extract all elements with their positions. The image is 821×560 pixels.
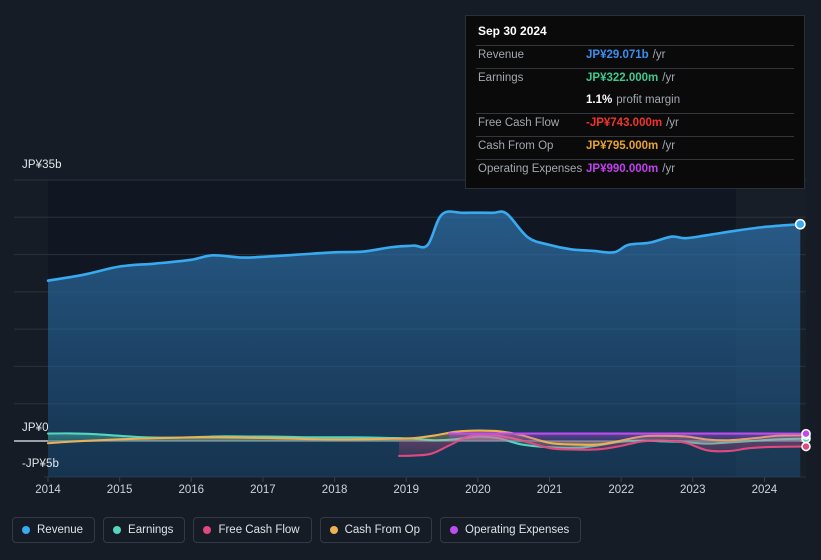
tooltip-row-value: JP¥322.000m [586,72,659,84]
tooltip-row: Cash From Op JP¥795.000m/yr [476,136,794,159]
legend-item-operating-expenses[interactable]: Operating Expenses [440,517,582,543]
chart-legend: Revenue Earnings Free Cash Flow Cash From O… [12,517,582,543]
y-axis-label-zero: JP¥0 [22,422,49,434]
legend-item-label: Operating Expenses [465,524,570,536]
end-marker-operating-expenses [801,428,811,439]
end-marker-revenue [794,218,806,230]
tooltip-row: Free Cash Flow -JP¥743.000m/yr [476,113,794,136]
data-tooltip: Sep 30 2024 Revenue JP¥29.071b/yr Earnings… [465,15,805,189]
tooltip-row-unit: /yr [662,140,676,152]
legend-item-label: Free Cash Flow [218,524,300,536]
legend-item-revenue[interactable]: Revenue [12,517,96,543]
legend-item-label: Earnings [128,524,174,536]
legend-color-dot [22,526,30,534]
x-axis-label-2014: 2014 [35,484,61,496]
tooltip-row-value-wrap: 1.1% profit margin [586,94,680,106]
tooltip-row-value-wrap: JP¥795.000m/yr [586,140,675,152]
x-axis-label-2015: 2015 [106,484,133,496]
tooltip-row-label: Operating Expenses [478,163,583,175]
tooltip-row-label: Earnings [478,72,524,84]
tooltip-row-value: JP¥990.000m [586,163,659,175]
series-operating-expenses [448,432,808,441]
end-marker-free-cash-flow [801,441,811,452]
tooltip-row-unit: /yr [666,117,679,129]
legend-item-label: Revenue [37,524,84,536]
tooltip-row-value-wrap: JP¥322.000m/yr [586,72,675,84]
tooltip-row: Revenue JP¥29.071b/yr [476,45,794,68]
x-axis-label-2022: 2022 [608,484,634,496]
legend-item-label: Cash From Op [344,524,421,536]
tooltip-row-label: Revenue [478,49,525,61]
tooltip-row-unit: /yr [662,163,676,175]
legend-item-earnings[interactable]: Earnings [103,517,186,543]
tooltip-row-value: -JP¥743.000m [586,117,663,129]
y-axis-label-top: JP¥35b [22,159,62,171]
tooltip-row: Earnings JP¥322.000m/yr [476,68,794,91]
series-area [449,433,806,441]
tooltip-row-value: JP¥795.000m [586,140,659,152]
x-axis-label-2019: 2019 [393,484,419,496]
tooltip-row: 1.1% profit margin [476,91,794,113]
legend-item-cash-from-op[interactable]: Cash From Op [319,517,433,543]
tooltip-row: Operating Expenses JP¥990.000m/yr [476,159,794,182]
legend-color-dot [203,526,212,534]
tooltip-row-value: 1.1% [586,94,613,106]
x-axis-label-2017: 2017 [250,484,276,496]
legend-item-free-cash-flow[interactable]: Free Cash Flow [193,517,312,543]
x-axis-label-2021: 2021 [536,484,563,496]
tooltip-row-unit: /yr [652,49,666,61]
x-axis-label-2020: 2020 [465,484,491,496]
tooltip-row-unit: /yr [662,72,676,84]
tooltip-row-label: Free Cash Flow [478,117,560,129]
tooltip-row-value-wrap: JP¥29.071b/yr [586,49,665,61]
financial-chart: JP¥35b JP¥0 -JP¥5b 2014 2015 2016 2017 2018 2… [0,0,821,560]
x-axis-label-2018: 2018 [321,484,348,496]
tooltip-row-unit: profit margin [616,94,681,106]
x-axis-label-2023: 2023 [680,484,706,496]
tooltip-row-value-wrap: -JP¥743.000m/yr [586,117,679,129]
tooltip-row-value: JP¥29.071b [586,49,649,61]
y-axis-label-negative: -JP¥5b [22,458,60,470]
tooltip-rows: Revenue JP¥29.071b/yr Earnings JP¥322.000m /… [476,45,794,182]
tooltip-date: Sep 30 2024 [478,24,547,38]
x-axis-label-2016: 2016 [178,484,205,496]
legend-color-dot [329,526,338,534]
x-axis-label-2024: 2024 [751,484,778,496]
tooltip-row-value-wrap: JP¥990.000m/yr [586,163,675,175]
legend-color-dot [450,526,459,534]
legend-color-dot [113,526,122,534]
tooltip-row-label: Cash From Op [478,140,554,152]
